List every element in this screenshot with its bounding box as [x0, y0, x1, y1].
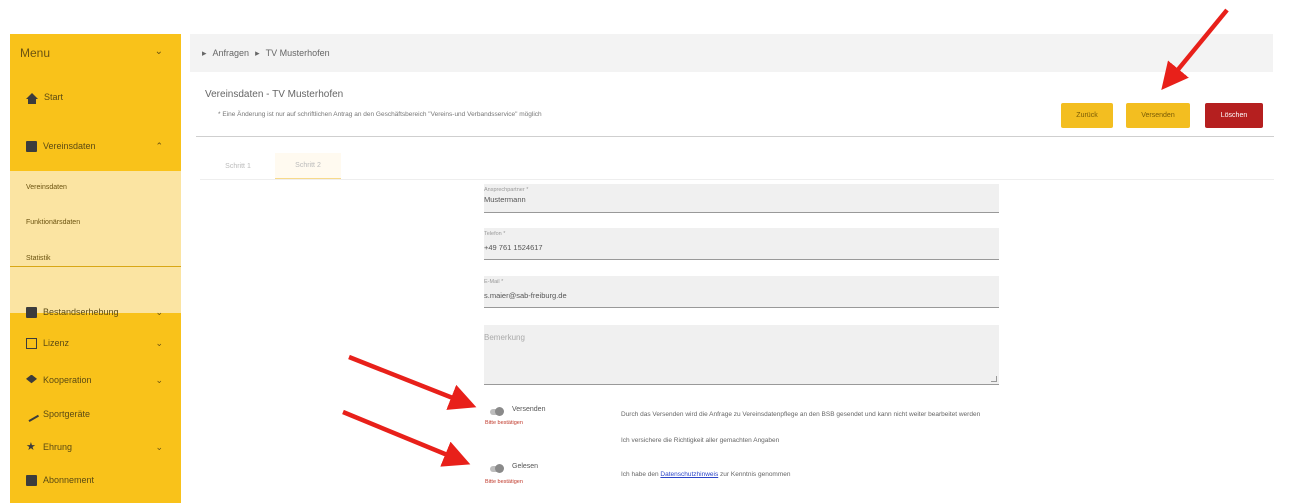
back-button[interactable]: Zurück: [1061, 103, 1113, 128]
read-description-suffix: zur Kenntnis genommen: [720, 471, 791, 478]
sidebar-item-label: Abonnement: [43, 475, 95, 485]
field-label: Bemerkung: [484, 333, 525, 342]
sidebar-item-label: Start: [44, 92, 64, 102]
sidebar-submenu: Vereinsdaten Funktionärsdaten Statistik: [10, 171, 181, 313]
sidebar-item-label: Kooperation: [43, 375, 92, 385]
sidebar-item-label: Ehrung: [43, 442, 73, 452]
grid-icon: [26, 140, 37, 152]
send-toggle[interactable]: [490, 407, 504, 416]
email-field[interactable]: E-Mail * s.maier@sab-freiburg.de: [484, 276, 999, 308]
delete-button[interactable]: Löschen: [1205, 103, 1263, 128]
resize-handle-icon[interactable]: [991, 376, 997, 382]
phone-field[interactable]: Telefon * +49 761 1524617: [484, 228, 999, 260]
chevron-down-icon: ⌄: [155, 337, 163, 348]
annotation-arrow-send-toggle: [348, 354, 477, 410]
sidebar-divider: [10, 266, 181, 267]
send-description: Durch das Versenden wird die Anfrage zu …: [621, 411, 981, 418]
field-label: Telefon *: [484, 231, 506, 237]
sidebar-item-label: Vereinsdaten: [43, 141, 96, 151]
chevron-down-icon: ⌄: [155, 306, 163, 317]
breadcrumb-item[interactable]: TV Musterhofen: [266, 48, 330, 58]
sidebar-item-lizenz[interactable]: Lizenz ⌄: [10, 331, 181, 355]
home-icon: [26, 92, 38, 104]
page-title: Vereinsdaten - TV Musterhofen: [205, 89, 344, 100]
submenu-item-vereinsdaten[interactable]: Vereinsdaten: [26, 184, 67, 191]
star-icon: ★: [26, 440, 36, 453]
read-toggle-error: Bitte bestätigen: [485, 479, 523, 485]
sidebar-item-ehrung[interactable]: ★ Ehrung ⌄: [10, 435, 181, 459]
field-value: +49 761 1524617: [484, 243, 543, 252]
chevron-down-icon: ⌄: [155, 441, 163, 452]
breadcrumb-item[interactable]: Anfragen: [213, 48, 250, 58]
sidebar-item-label: Sportgeräte: [43, 409, 91, 419]
tab-step-1[interactable]: Schritt 1: [210, 153, 266, 180]
sidebar-title: Menu: [20, 46, 51, 60]
field-value: s.maier@sab-freiburg.de: [484, 291, 567, 300]
breadcrumb-separator-icon: ▸: [202, 47, 207, 58]
sidebar-header[interactable]: Menu ⌄: [10, 34, 181, 72]
chevron-down-icon: ⌄: [155, 374, 163, 385]
subscription-icon: [26, 474, 37, 486]
read-toggle[interactable]: [490, 464, 504, 473]
field-value: Mustermann: [484, 195, 526, 204]
sidebar-item-sportgeraete[interactable]: Sportgeräte: [10, 402, 181, 426]
sidebar-item-label: Lizenz: [43, 338, 70, 348]
breadcrumb: ▸ Anfragen ▸ TV Musterhofen: [190, 34, 1273, 72]
contact-person-field[interactable]: Ansprechpartner * Mustermann: [484, 184, 999, 213]
field-label: E-Mail *: [484, 279, 504, 285]
cap-icon: [26, 374, 37, 384]
sidebar-item-bestandserhebung[interactable]: Bestandserhebung ⌄: [10, 300, 181, 324]
equipment-icon: [23, 406, 40, 422]
sidebar-item-vereinsdaten[interactable]: Vereinsdaten ⌃: [10, 134, 181, 158]
sidebar: Menu ⌄ Start Vereinsdaten ⌃ Vereinsdaten…: [10, 34, 181, 503]
sidebar-item-label: Bestandserhebung: [43, 307, 119, 317]
read-description-prefix: Ich habe den: [621, 471, 659, 478]
list-icon: [26, 306, 37, 318]
field-label: Ansprechpartner *: [484, 187, 529, 193]
tab-step-2[interactable]: Schritt 2: [275, 153, 341, 180]
submenu-item-statistik[interactable]: Statistik: [26, 255, 51, 262]
sidebar-item-start[interactable]: Start: [10, 85, 181, 109]
read-toggle-label: Gelesen: [512, 463, 539, 470]
sidebar-item-abonnement[interactable]: Abonnement: [10, 468, 181, 492]
confirm-description: Ich versichere die Richtigkeit aller gem…: [621, 437, 780, 444]
send-toggle-error: Bitte bestätigen: [485, 420, 523, 426]
breadcrumb-separator-icon: ▸: [255, 47, 260, 58]
header-divider: [196, 136, 1274, 137]
remark-textarea[interactable]: Bemerkung: [484, 325, 999, 385]
submenu-item-funktionaersdaten[interactable]: Funktionärsdaten: [26, 219, 80, 226]
license-icon: [26, 337, 37, 349]
send-toggle-label: Versenden: [512, 406, 546, 413]
sidebar-item-kooperation[interactable]: Kooperation ⌄: [10, 368, 181, 392]
chevron-up-icon: ⌃: [155, 140, 163, 151]
tabs-divider: [200, 179, 1274, 180]
privacy-notice-link[interactable]: Datenschutzhinweis: [660, 471, 718, 478]
page-note: * Eine Änderung ist nur auf schriftliche…: [218, 111, 542, 118]
chevron-down-icon[interactable]: ⌄: [155, 46, 163, 57]
send-button[interactable]: Versenden: [1126, 103, 1190, 128]
annotation-arrow-read-toggle: [342, 409, 471, 467]
read-description: Ich habe den Datenschutzhinweis zur Kenn…: [621, 471, 981, 479]
